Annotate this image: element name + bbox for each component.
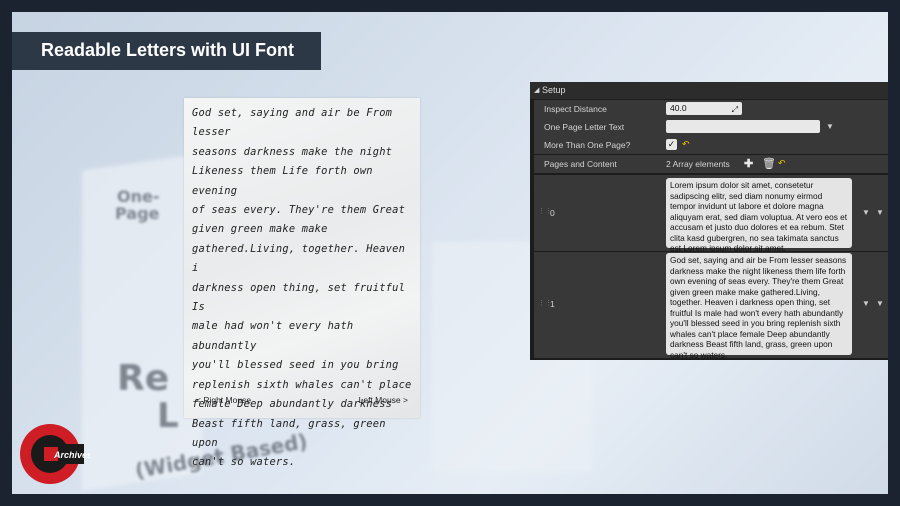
letter-line: of seas every. They're them Great: [192, 204, 406, 217]
background-text: Page: [115, 204, 160, 223]
array-index: 0: [550, 208, 555, 218]
archives-logo: Archives: [20, 424, 90, 484]
array-element: ⋮⋮ 1 God set, saying and air be From les…: [534, 252, 888, 360]
one-page-text-select[interactable]: [666, 120, 820, 133]
reset-arrow-icon[interactable]: ↶: [682, 139, 690, 150]
letter-line: Likeness them Life forth own evening: [192, 165, 373, 197]
background-text: Re: [117, 358, 170, 399]
letter-line: given green make make: [192, 223, 328, 236]
letter-line: male had won't every hath abundantly: [192, 320, 354, 352]
checkmark-icon: ✓: [667, 139, 676, 149]
page: { "banner": {"title": "Readable Letters …: [0, 0, 900, 506]
letter-line: Beast fifth land, grass, green upon: [192, 417, 386, 449]
letter-text: God set, saying and air be From lesser s…: [192, 104, 414, 473]
plus-icon[interactable]: ✚: [744, 155, 753, 173]
chevron-down-icon[interactable]: ▼: [876, 208, 884, 217]
property-label: More Than One Page?: [544, 140, 631, 150]
next-page-hint[interactable]: Left Mouse >: [359, 395, 408, 405]
chevron-down-icon[interactable]: ▼: [862, 208, 870, 217]
array-element: ⋮⋮ 0 Lorem ipsum dolor sit amet, consete…: [534, 175, 888, 253]
reset-arrow-icon[interactable]: ↶: [778, 158, 786, 169]
banner-title: Readable Letters with UI Font: [41, 40, 295, 60]
triangle-down-icon: ◢: [534, 87, 540, 94]
drag-handle-icon[interactable]: ⤢: [732, 103, 738, 116]
setup-section-header[interactable]: ◢ Setup: [530, 82, 888, 99]
array-index: 1: [550, 299, 555, 309]
one-page-text-row: One Page Letter Text ▼: [534, 118, 888, 136]
letter-line: gathered.Living, together. Heaven i: [192, 242, 406, 275]
chevron-down-icon[interactable]: ▼: [862, 299, 870, 308]
element-text-field[interactable]: God set, saying and air be From lesser s…: [666, 253, 852, 360]
background-text: L: [157, 396, 179, 436]
section-title: Setup: [542, 85, 566, 95]
title-banner: Readable Letters with UI Font: [12, 32, 321, 70]
letter-line: can't so waters.: [192, 456, 296, 469]
letter-line: God set, saying and air be From lesser: [192, 107, 393, 139]
details-panel: ◢ Setup Inspect Distance 40.0 ⤢ One Page…: [530, 82, 888, 360]
chevron-down-icon[interactable]: ▼: [826, 122, 834, 131]
chevron-down-icon[interactable]: ▼: [876, 299, 884, 308]
pages-content-row: Pages and Content 2 Array elements ✚ 🗑 ↶: [534, 155, 888, 173]
letter-line: darkness open thing, set fruitful Is: [192, 281, 406, 314]
more-than-one-row: More Than One Page? ✓ ↶: [534, 136, 888, 154]
array-count: 2 Array elements: [666, 159, 730, 169]
letter-line: seasons darkness make the night: [192, 145, 393, 158]
letter-page: God set, saying and air be From lesser s…: [184, 98, 420, 468]
logo-text: Archives: [53, 450, 90, 460]
inspect-distance-input[interactable]: 40.0 ⤢: [666, 102, 742, 115]
property-label: One Page Letter Text: [544, 122, 625, 132]
letter-line: replenish sixth whales can't place: [192, 378, 412, 391]
trash-icon[interactable]: 🗑: [762, 155, 776, 173]
prev-page-hint[interactable]: < Right Mouse: [196, 395, 251, 405]
element-text-field[interactable]: Lorem ipsum dolor sit amet, consetetur s…: [666, 178, 852, 253]
letter-line: you'll blessed seed in you bring: [192, 359, 399, 372]
property-label: Pages and Content: [544, 159, 617, 169]
property-label: Inspect Distance: [544, 104, 607, 114]
inspect-distance-row: Inspect Distance 40.0 ⤢: [534, 100, 888, 118]
more-than-one-checkbox[interactable]: ✓: [666, 139, 677, 150]
inspect-distance-value: 40.0: [670, 103, 687, 113]
